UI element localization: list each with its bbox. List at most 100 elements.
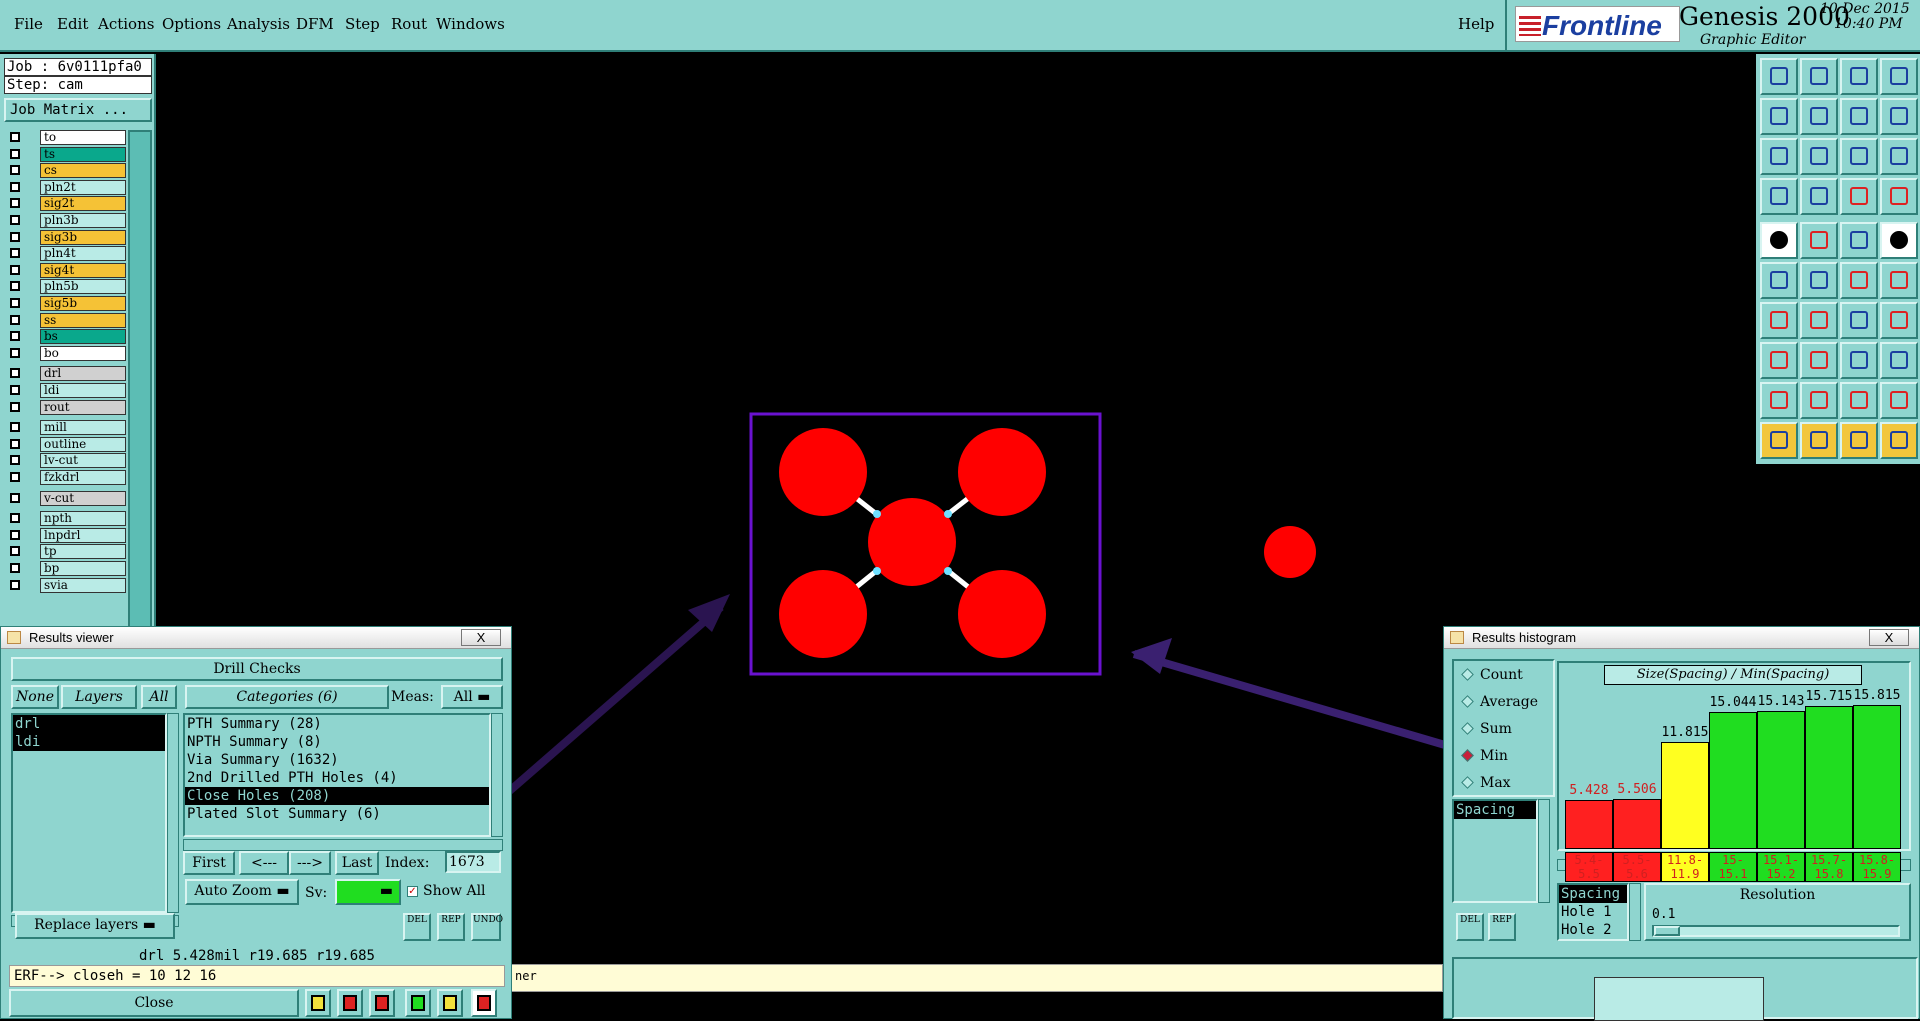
layer-name[interactable]: bp	[40, 561, 126, 576]
tool-button[interactable]	[1880, 222, 1918, 259]
menu-dfm[interactable]: DFM	[296, 15, 334, 33]
category-item[interactable]: NPTH Summary (8)	[185, 733, 489, 751]
tool-button[interactable]	[1840, 58, 1878, 95]
layer-list-scrollbar[interactable]	[128, 130, 152, 629]
menu-edit[interactable]: Edit	[57, 15, 88, 33]
layer-checkbox[interactable]	[10, 198, 20, 209]
layer-name[interactable]: pln5b	[40, 279, 126, 295]
layer-name[interactable]: pln2t	[40, 179, 126, 195]
tool-button[interactable]	[1840, 98, 1878, 135]
tool-button[interactable]	[1800, 382, 1838, 419]
tool-button[interactable]	[1880, 58, 1918, 95]
histogram-bar[interactable]	[1757, 711, 1805, 849]
radio-sum[interactable]: Sum	[1460, 719, 1512, 739]
layer-name[interactable]: npth	[40, 511, 126, 527]
close-icon[interactable]: X	[1869, 629, 1909, 646]
tool-button[interactable]	[1760, 178, 1798, 215]
layer-row[interactable]: ldi	[4, 383, 126, 398]
layer-row[interactable]: bo	[4, 345, 126, 361]
layer-row[interactable]: pln2t	[4, 179, 126, 195]
drill-hole[interactable]	[779, 570, 867, 658]
tool-button[interactable]	[1880, 178, 1918, 215]
list-item[interactable]: Hole 1	[1559, 903, 1627, 921]
category-item[interactable]: 2nd Drilled PTH Holes (4)	[185, 769, 489, 787]
category-list-hscroll[interactable]	[183, 839, 503, 851]
layer-checkbox[interactable]	[10, 248, 20, 259]
sv-color-select[interactable]: ▬	[335, 879, 401, 905]
tool-button[interactable]	[1760, 302, 1798, 339]
layer-name[interactable]: to	[40, 130, 126, 145]
tool-button[interactable]	[1840, 342, 1878, 379]
category-item[interactable]: Plated Slot Summary (6)	[185, 805, 489, 823]
list-item[interactable]: Spacing	[1559, 885, 1627, 903]
index-input[interactable]: 1673	[445, 851, 501, 873]
layer-checkbox[interactable]	[10, 298, 20, 308]
meas-select[interactable]: All ▬	[441, 685, 503, 709]
layer-name[interactable]: tp	[40, 544, 126, 560]
layer-checkbox[interactable]	[10, 455, 20, 466]
category-item[interactable]: PTH Summary (28)	[185, 715, 489, 733]
layer-row[interactable]: svia	[4, 577, 126, 593]
prev-button[interactable]: <---	[239, 851, 289, 875]
layer-checkbox[interactable]	[10, 472, 20, 482]
filter-layers-button[interactable]: Layers	[61, 685, 137, 709]
layer-checkbox[interactable]	[10, 579, 20, 590]
tool-button[interactable]	[1760, 262, 1798, 299]
layer-checkbox[interactable]	[10, 563, 20, 573]
menu-rout[interactable]: Rout	[391, 15, 427, 33]
radio-average[interactable]: Average	[1460, 692, 1538, 712]
layer-checkbox[interactable]	[10, 422, 20, 433]
radio-max[interactable]: Max	[1460, 773, 1511, 793]
drill-hole[interactable]	[1264, 526, 1316, 578]
histogram-bar[interactable]	[1613, 799, 1661, 849]
close-button[interactable]: Close	[9, 989, 299, 1017]
layer-name[interactable]: svia	[40, 577, 126, 593]
menu-help[interactable]: Help	[1458, 15, 1494, 33]
layer-name[interactable]: ss	[40, 312, 126, 328]
layer-name[interactable]: lnpdrl	[40, 527, 126, 543]
tool-button[interactable]	[1840, 422, 1878, 459]
del-button[interactable]: DEL	[403, 913, 431, 941]
layer-checkbox[interactable]	[10, 215, 20, 225]
layer-checkbox[interactable]	[10, 181, 20, 192]
param-list-scrollbar[interactable]	[1629, 883, 1641, 941]
layer-name[interactable]: mill	[40, 420, 126, 436]
layer-list-scrollbar[interactable]	[167, 713, 179, 913]
layer-checkbox[interactable]	[10, 331, 20, 342]
layer-name[interactable]: sig3b	[40, 229, 126, 245]
report-button[interactable]	[437, 989, 463, 1017]
layer-row[interactable]: pln4t	[4, 246, 126, 262]
layer-row[interactable]: npth	[4, 511, 126, 527]
layer-name[interactable]: sig4t	[40, 262, 126, 278]
auto-zoom-select[interactable]: Auto Zoom ▬	[185, 879, 299, 905]
radio-min[interactable]: Min	[1460, 746, 1508, 766]
category-list[interactable]: PTH Summary (28) NPTH Summary (8) Via Summ…	[183, 713, 491, 837]
rep-button[interactable]: REP	[437, 913, 465, 941]
menu-analysis[interactable]: Analysis	[227, 15, 290, 33]
report-button[interactable]	[305, 989, 331, 1017]
report-button[interactable]	[337, 989, 363, 1017]
drill-hole[interactable]	[958, 570, 1046, 658]
layer-row[interactable]: ts	[4, 146, 126, 162]
tool-button[interactable]	[1840, 178, 1878, 215]
tool-button[interactable]	[1760, 342, 1798, 379]
tool-button[interactable]	[1840, 262, 1878, 299]
menu-actions[interactable]: Actions	[98, 15, 154, 33]
layer-checkbox[interactable]	[10, 401, 20, 412]
layer-row[interactable]: drl	[4, 366, 126, 382]
tool-button[interactable]	[1800, 178, 1838, 215]
layer-name[interactable]: outline	[40, 436, 126, 452]
layer-name[interactable]: drl	[40, 366, 126, 382]
layer-checkbox[interactable]	[10, 347, 20, 358]
undo-button[interactable]: UNDO	[471, 913, 503, 941]
show-all-checkbox[interactable]: ✓	[407, 886, 418, 897]
layer-checkbox[interactable]	[10, 368, 20, 379]
layer-name[interactable]: bo	[40, 345, 126, 361]
layer-checkbox[interactable]	[10, 438, 20, 449]
tool-button[interactable]	[1800, 138, 1838, 175]
tool-button[interactable]	[1800, 98, 1838, 135]
menu-options[interactable]: Options	[162, 15, 221, 33]
tool-button[interactable]	[1760, 222, 1798, 259]
tool-button[interactable]	[1800, 58, 1838, 95]
layer-row[interactable]: pln3b	[4, 213, 126, 228]
